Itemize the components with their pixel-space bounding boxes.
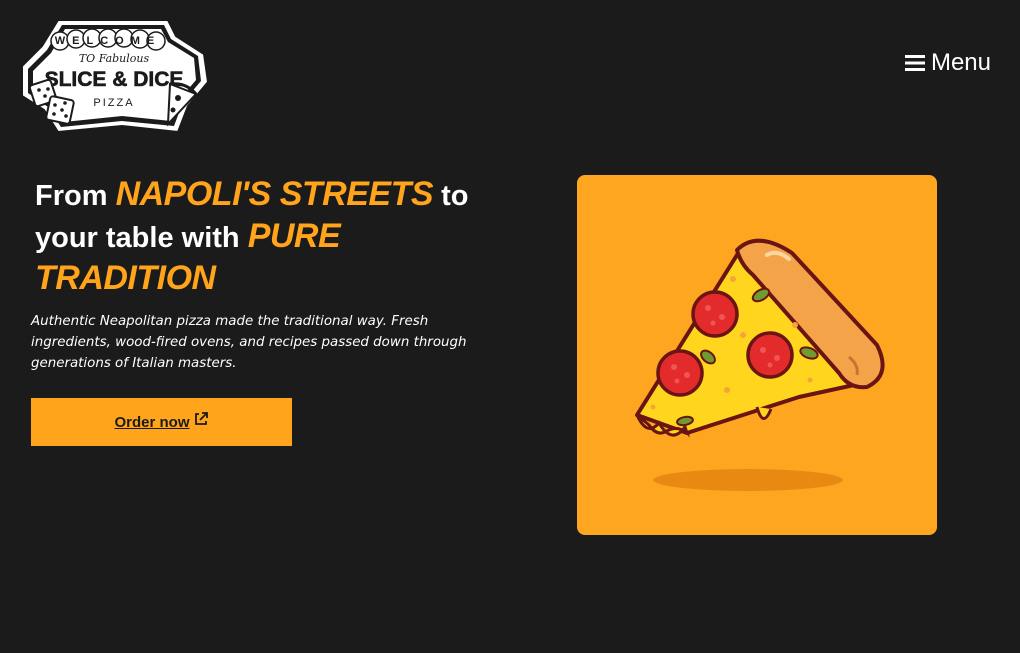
order-now-label: Order now (114, 413, 190, 431)
logo-text-welcome: WELCOME (55, 35, 161, 47)
hamburger-icon (904, 55, 925, 71)
order-now-button[interactable]: Order now (31, 398, 292, 446)
hero-pizza-image (577, 175, 937, 535)
logo-text-pizza: PIZZA (93, 97, 134, 109)
logo-text-fabulous: TO Fabulous (79, 52, 150, 65)
page: WELCOME TO Fabulous SLICE & DICE PIZZA M… (0, 0, 1020, 653)
menu-label: Menu (930, 49, 991, 76)
pizza-slice-illustration (635, 238, 885, 491)
logo-graphic: WELCOME TO Fabulous SLICE & DICE PIZZA (21, 19, 210, 134)
headline-accent-napoli: NAPOLI'S STREETS (115, 175, 434, 213)
hero-description: Authentic Neapolitan pizza made the trad… (31, 314, 467, 371)
headline-part1: From (35, 180, 116, 212)
logo-text-brand: SLICE & DICE (45, 68, 184, 91)
slice-and-dice-logo[interactable]: WELCOME TO Fabulous SLICE & DICE PIZZA (18, 14, 210, 136)
external-link-icon (194, 412, 208, 425)
menu-button[interactable]: Menu (904, 48, 991, 78)
hero-headline: From NAPOLI'S STREETS to your table with… (35, 174, 515, 300)
